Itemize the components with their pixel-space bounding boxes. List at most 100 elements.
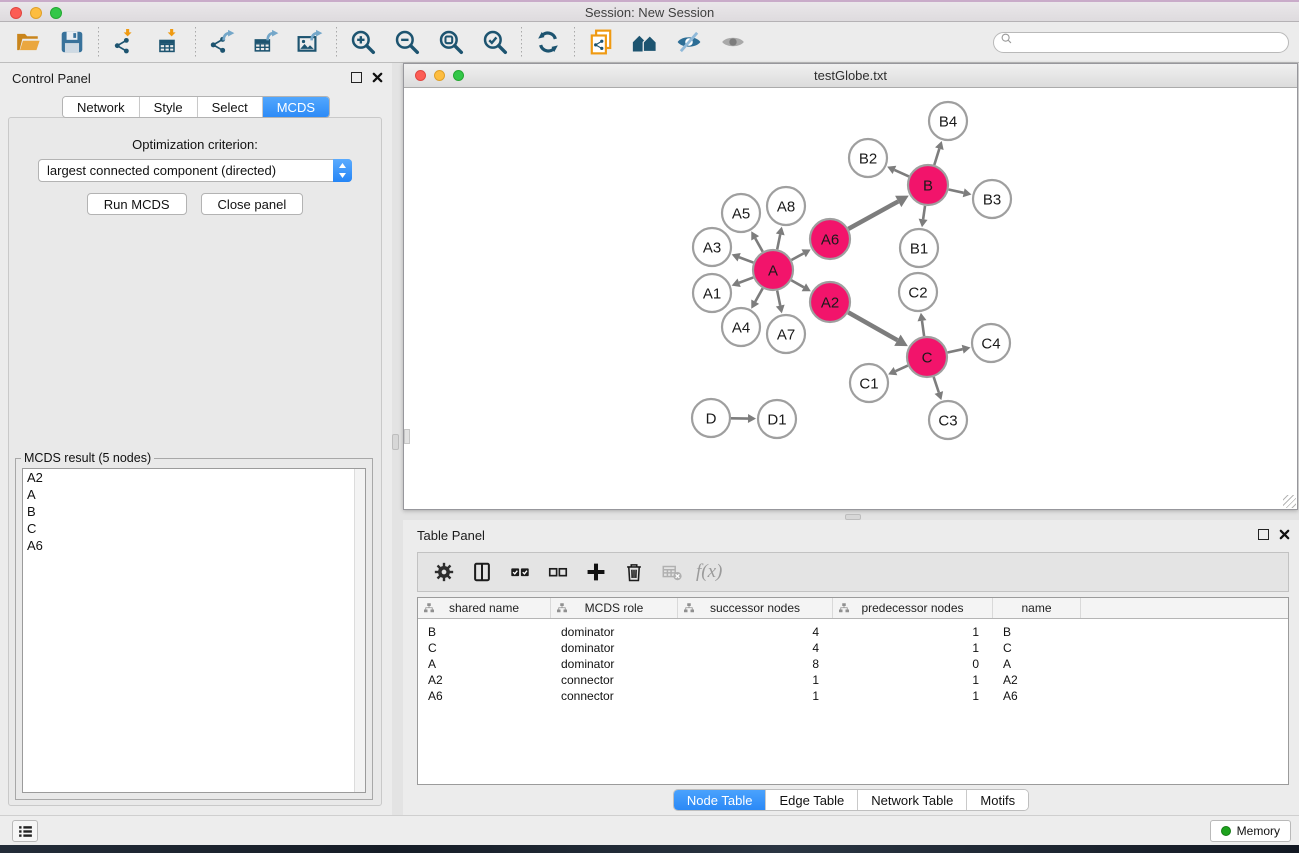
zoom-selected-icon[interactable] <box>477 25 513 59</box>
edge-B-B1[interactable] <box>923 206 925 220</box>
new-network-from-selection-icon[interactable] <box>583 25 619 59</box>
tab-motifs[interactable]: Motifs <box>967 790 1028 810</box>
cell[interactable]: connector <box>551 673 678 687</box>
show-all-icon[interactable] <box>715 25 751 59</box>
cell[interactable]: connector <box>551 689 678 703</box>
edge-A-A3[interactable] <box>739 257 753 262</box>
result-item[interactable]: C <box>23 520 365 537</box>
cell[interactable]: 1 <box>833 625 993 639</box>
mcds-result-list[interactable]: A2ABCA6 <box>22 468 366 793</box>
zoom-in-icon[interactable] <box>345 25 381 59</box>
import-table-icon[interactable] <box>151 25 187 59</box>
float-panel-icon[interactable] <box>351 72 362 83</box>
cell[interactable]: B <box>993 625 1081 639</box>
network-canvas[interactable]: B4B2BB3A8A5A6A3B1AC2A1A2A4A7C4CC1DD1C3 <box>404 88 1297 509</box>
select-all-icon[interactable] <box>504 556 536 588</box>
search-box[interactable] <box>993 32 1289 53</box>
settings-icon[interactable] <box>428 556 460 588</box>
cell[interactable]: 8 <box>678 657 833 671</box>
edge-A-A5[interactable] <box>755 238 763 251</box>
result-list-scrollbar[interactable] <box>354 469 365 792</box>
cell[interactable]: 1 <box>833 673 993 687</box>
export-table-icon[interactable] <box>248 25 284 59</box>
tab-edge-table[interactable]: Edge Table <box>766 790 858 810</box>
tab-node-table[interactable]: Node Table <box>674 790 767 810</box>
memory-button[interactable]: Memory <box>1210 820 1291 842</box>
column-header-MCDS-role[interactable]: MCDS role <box>551 598 678 618</box>
run-mcds-button[interactable]: Run MCDS <box>87 193 187 215</box>
edge-B-B2[interactable] <box>894 170 908 176</box>
edge-B-B4[interactable] <box>934 149 939 165</box>
edge-C-C3[interactable] <box>934 377 939 393</box>
cell[interactable]: A6 <box>418 689 551 703</box>
delete-row-icon[interactable] <box>618 556 650 588</box>
column-header-predecessor-nodes[interactable]: predecessor nodes <box>833 598 993 618</box>
edge-A-A6[interactable] <box>791 253 803 260</box>
tab-network[interactable]: Network <box>63 97 140 117</box>
zoom-out-icon[interactable] <box>389 25 425 59</box>
cell[interactable]: B <box>418 625 551 639</box>
cell[interactable]: 1 <box>833 641 993 655</box>
hide-selected-icon[interactable] <box>671 25 707 59</box>
edge-A-A2[interactable] <box>791 280 804 287</box>
result-item[interactable]: B <box>23 503 365 520</box>
edge-A-A8[interactable] <box>777 234 780 249</box>
edge-A-A4[interactable] <box>755 288 763 301</box>
first-neighbors-icon[interactable] <box>627 25 663 59</box>
cell[interactable]: 4 <box>678 625 833 639</box>
window-resize-grip[interactable] <box>1283 495 1296 508</box>
table-row[interactable]: A2connector11A2 <box>418 672 1288 688</box>
close-panel-icon[interactable] <box>371 71 384 84</box>
cell[interactable]: 1 <box>833 689 993 703</box>
cell[interactable]: dominator <box>551 657 678 671</box>
save-session-icon[interactable] <box>54 25 90 59</box>
table-row[interactable]: Cdominator41C <box>418 640 1288 656</box>
cell[interactable]: C <box>993 641 1081 655</box>
edge-C-C4[interactable] <box>948 349 963 352</box>
canvas-edge-grip[interactable] <box>404 429 410 444</box>
result-item[interactable]: A <box>23 486 365 503</box>
add-row-icon[interactable] <box>580 556 612 588</box>
cell[interactable]: dominator <box>551 641 678 655</box>
edge-A-A1[interactable] <box>739 277 753 282</box>
edge-C-C2[interactable] <box>922 321 924 336</box>
cell[interactable]: 0 <box>833 657 993 671</box>
edge-A2-C[interactable] <box>848 312 897 340</box>
export-image-icon[interactable] <box>292 25 328 59</box>
close-panel-button[interactable]: Close panel <box>201 193 304 215</box>
show-columns-icon[interactable] <box>466 556 498 588</box>
edge-C-C1[interactable] <box>895 366 907 372</box>
table-row[interactable]: Bdominator41B <box>418 624 1288 640</box>
cell[interactable]: A <box>993 657 1081 671</box>
column-header-shared-name[interactable]: shared name <box>418 598 551 618</box>
cell[interactable]: A2 <box>993 673 1081 687</box>
result-item[interactable]: A6 <box>23 537 365 554</box>
cell[interactable]: dominator <box>551 625 678 639</box>
splitter-grip-horizontal[interactable] <box>845 514 861 520</box>
cell[interactable]: A2 <box>418 673 551 687</box>
search-input[interactable] <box>1015 35 1282 49</box>
float-table-panel-icon[interactable] <box>1258 529 1269 540</box>
task-history-button[interactable] <box>12 820 38 842</box>
edge-A-A7[interactable] <box>777 291 780 306</box>
result-item[interactable]: A2 <box>23 469 365 486</box>
table-row[interactable]: A6connector11A6 <box>418 688 1288 704</box>
cell[interactable]: A <box>418 657 551 671</box>
splitter-grip-vertical[interactable] <box>392 434 399 450</box>
edge-B-B3[interactable] <box>949 189 964 192</box>
export-network-icon[interactable] <box>204 25 240 59</box>
tab-style[interactable]: Style <box>140 97 198 117</box>
edge-A6-B[interactable] <box>848 201 898 228</box>
zoom-fit-icon[interactable] <box>433 25 469 59</box>
column-header-name[interactable]: name <box>993 598 1081 618</box>
tab-select[interactable]: Select <box>198 97 263 117</box>
cell[interactable]: 4 <box>678 641 833 655</box>
cell[interactable]: 1 <box>678 689 833 703</box>
refresh-layout-icon[interactable] <box>530 25 566 59</box>
table-row[interactable]: Adominator80A <box>418 656 1288 672</box>
open-file-icon[interactable] <box>10 25 46 59</box>
cell[interactable]: A6 <box>993 689 1081 703</box>
tab-network-table[interactable]: Network Table <box>858 790 967 810</box>
tab-mcds[interactable]: MCDS <box>263 97 329 117</box>
deselect-all-icon[interactable] <box>542 556 574 588</box>
